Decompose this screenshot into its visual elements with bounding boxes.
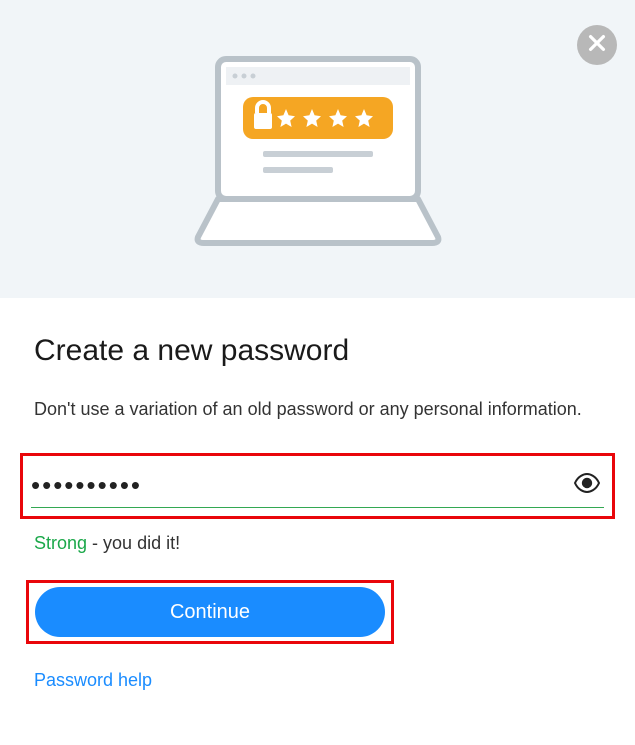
laptop-password-illustration	[168, 49, 468, 249]
continue-button[interactable]: Continue	[35, 587, 385, 637]
strength-suffix: - you did it!	[87, 533, 180, 553]
continue-button-highlight: Continue	[26, 580, 394, 644]
password-field-highlight	[20, 453, 615, 519]
page-subtitle: Don't use a variation of an old password…	[34, 396, 601, 423]
strength-label: Strong	[34, 533, 87, 553]
form-content: Create a new password Don't use a variat…	[0, 298, 635, 691]
close-icon	[586, 32, 608, 59]
page-title: Create a new password	[34, 334, 601, 368]
password-field-row	[31, 462, 604, 508]
hero-banner	[0, 0, 635, 298]
close-button[interactable]	[577, 25, 617, 65]
password-strength-text: Strong - you did it!	[34, 533, 601, 554]
password-input[interactable]	[31, 468, 570, 503]
eye-icon	[573, 473, 601, 498]
password-help-link[interactable]: Password help	[34, 670, 152, 691]
toggle-visibility-button[interactable]	[570, 472, 604, 500]
